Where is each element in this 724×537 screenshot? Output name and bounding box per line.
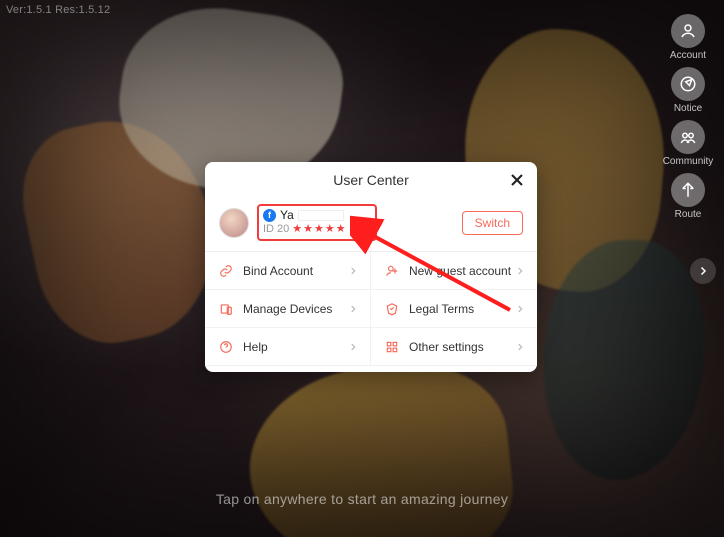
side-label: Account: [670, 50, 706, 61]
side-label: Route: [675, 209, 702, 220]
help-icon: [217, 340, 235, 354]
user-id: ID 20★★★★★: [263, 222, 367, 235]
user-id-label: ID: [263, 223, 274, 235]
bg-art: [240, 354, 519, 537]
user-id-prefix: 20: [277, 223, 289, 235]
option-bind-account[interactable]: Bind Account: [205, 252, 371, 290]
link-icon: [217, 264, 235, 278]
user-name: f Ya: [263, 208, 367, 222]
option-other-settings[interactable]: Other settings: [371, 328, 537, 366]
user-center-modal: User Center f Ya ID 20★★★★★: [205, 162, 537, 372]
side-label: Notice: [674, 103, 702, 114]
user-name-text: Ya: [280, 208, 294, 222]
community-icon: [671, 120, 705, 154]
option-help[interactable]: Help: [205, 328, 371, 366]
route-icon: [671, 173, 705, 207]
option-label: Other settings: [409, 340, 515, 354]
modal-title: User Center: [333, 172, 408, 188]
side-item-route[interactable]: Route: [662, 173, 714, 220]
side-menu: Account Notice Community Route: [662, 14, 714, 220]
modal-header: User Center: [205, 162, 537, 198]
option-new-guest[interactable]: New guest account: [371, 252, 537, 290]
option-manage-devices[interactable]: Manage Devices: [205, 290, 371, 328]
chevron-right-icon: [515, 266, 525, 276]
user-highlight-box: f Ya ID 20★★★★★: [257, 204, 377, 241]
user-row: f Ya ID 20★★★★★ Switch: [205, 198, 537, 251]
option-label: Legal Terms: [409, 302, 515, 316]
facebook-icon: f: [263, 209, 276, 222]
notice-icon: [671, 67, 705, 101]
chevron-right-icon: [515, 304, 525, 314]
chevron-right-icon: [515, 342, 525, 352]
chevron-right-icon: [348, 266, 358, 276]
carousel-next-button[interactable]: [690, 258, 716, 284]
option-label: Help: [243, 340, 348, 354]
bg-art: [544, 240, 704, 480]
devices-icon: [217, 302, 235, 316]
version-label: Ver:1.5.1 Res:1.5.12: [6, 4, 110, 16]
option-legal-terms[interactable]: Legal Terms: [371, 290, 537, 328]
option-label: Bind Account: [243, 264, 348, 278]
side-label: Community: [663, 156, 714, 167]
options-grid: Bind Account New guest account Manage De: [205, 251, 537, 372]
avatar: [219, 208, 249, 238]
settings-icon: [383, 340, 401, 354]
chevron-right-icon: [348, 304, 358, 314]
user-id-mask: ★★★★★: [292, 222, 346, 235]
option-label: Manage Devices: [243, 302, 348, 316]
switch-button[interactable]: Switch: [462, 211, 523, 235]
side-item-account[interactable]: Account: [662, 14, 714, 61]
close-button[interactable]: [507, 170, 527, 190]
side-item-notice[interactable]: Notice: [662, 67, 714, 114]
account-icon: [671, 14, 705, 48]
chevron-right-icon: [348, 342, 358, 352]
option-label: New guest account: [409, 264, 515, 278]
game-screen: Ver:1.5.1 Res:1.5.12 Account Notice Comm…: [0, 0, 724, 537]
side-item-community[interactable]: Community: [662, 120, 714, 167]
legal-icon: [383, 302, 401, 316]
new-guest-icon: [383, 264, 401, 278]
redacted-strip: [298, 210, 344, 221]
